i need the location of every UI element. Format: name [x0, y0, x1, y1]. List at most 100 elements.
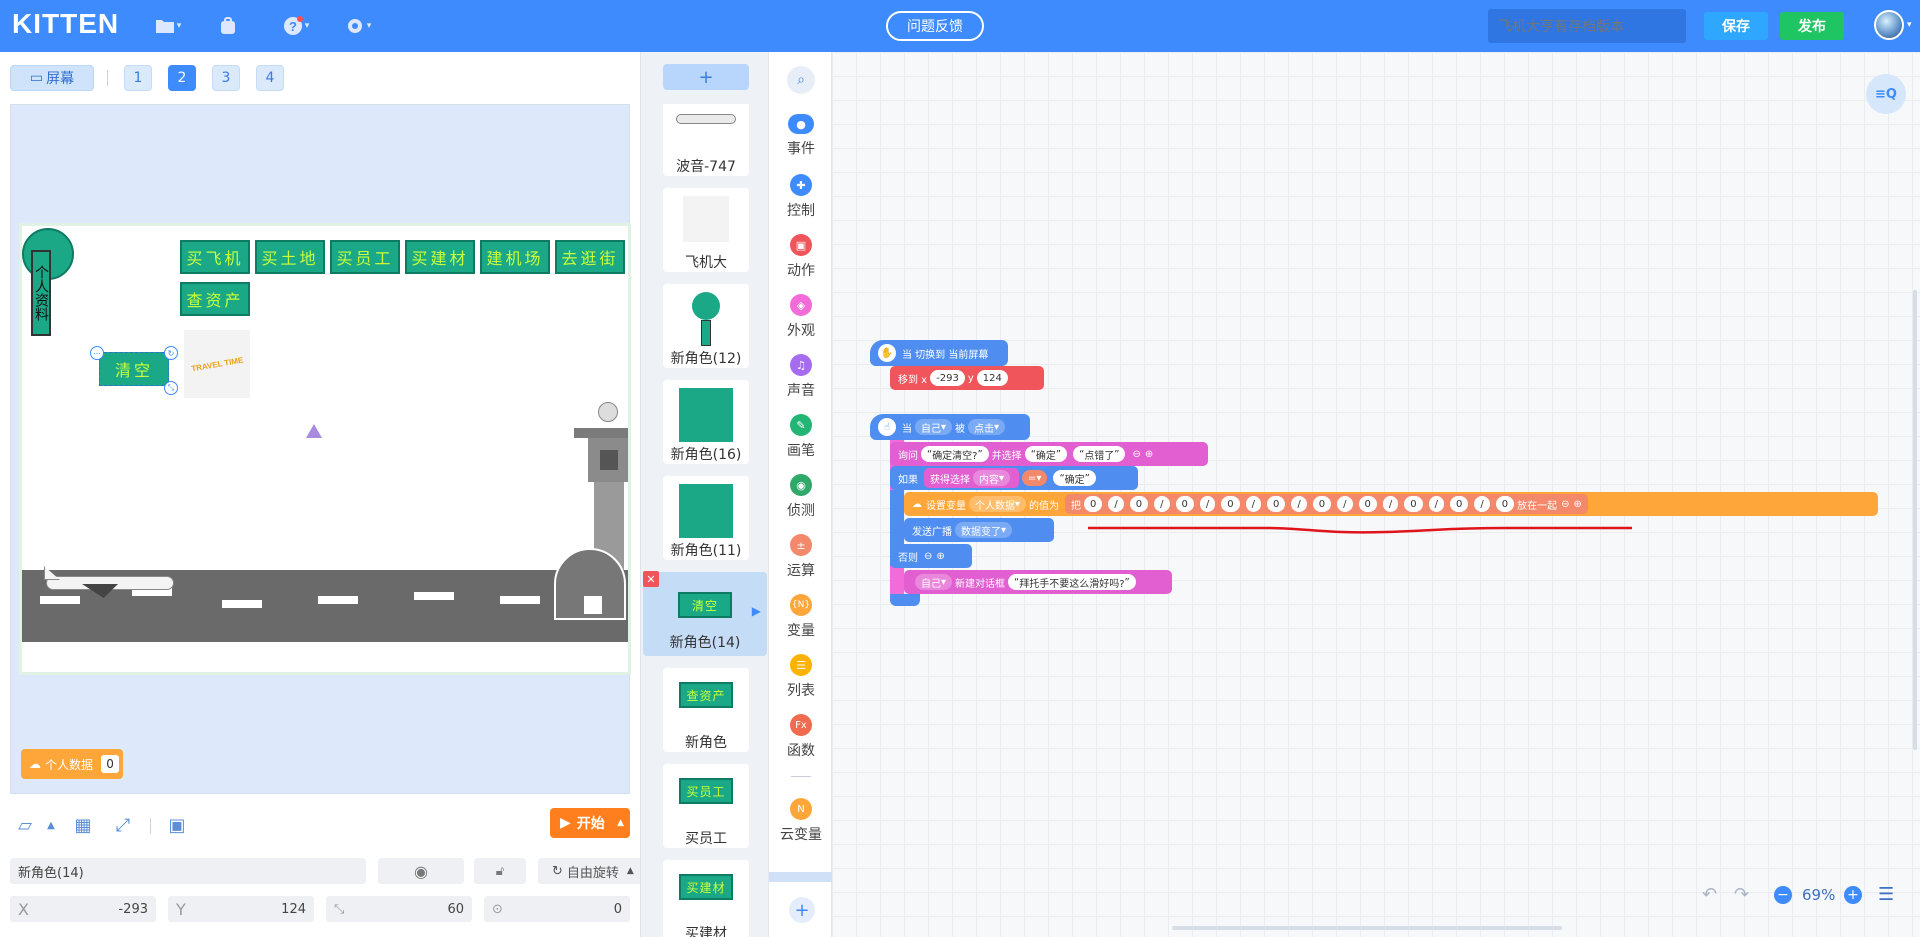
- broadcast-block[interactable]: 发送广播 数据变了 ▾: [904, 518, 1054, 542]
- join-item-input[interactable]: /: [1337, 496, 1353, 512]
- zoom-out-icon[interactable]: −: [1774, 886, 1792, 904]
- eye-icon[interactable]: ◉: [378, 858, 464, 884]
- small-stage-icon[interactable]: ▱: [14, 814, 36, 836]
- variable-monitor[interactable]: ☁ 个人数据 0: [21, 749, 123, 779]
- folder-icon[interactable]: ▾: [150, 12, 186, 40]
- dialog-text-input[interactable]: “拜托手不要这么滑好吗?”: [1008, 574, 1136, 590]
- message-dropdown[interactable]: 数据变了 ▾: [955, 522, 1013, 538]
- category-cloud-variables[interactable]: N 云变量: [769, 798, 833, 854]
- join-item-input[interactable]: 0: [1084, 496, 1103, 512]
- stage-canvas[interactable]: 个人资料 买飞机 买土地 买员工 买建材 建机场 去逛街 查资产 清空 ⋯ ↻ …: [19, 223, 631, 675]
- backpack-icon[interactable]: [210, 12, 246, 40]
- profile-sprite[interactable]: 个人资料: [22, 228, 74, 338]
- x-field[interactable]: X -293: [10, 896, 156, 922]
- move-to-block[interactable]: 移到 x -293 y 124: [890, 366, 1044, 390]
- publish-button[interactable]: 发布: [1780, 12, 1844, 40]
- sprite-item[interactable]: 新角色(16): [663, 380, 749, 464]
- join-item-input[interactable]: 0: [1358, 496, 1377, 512]
- join-item-input[interactable]: /: [1199, 496, 1216, 512]
- sprite-item[interactable]: 买员工 买员工: [663, 764, 749, 848]
- category-operators[interactable]: ± 运算: [769, 534, 833, 590]
- minus-icon[interactable]: ⊖: [924, 551, 932, 562]
- buy-material-button[interactable]: 买建材: [405, 240, 475, 274]
- event-dropdown[interactable]: 点击 ▾: [968, 419, 1006, 435]
- join-item-input[interactable]: /: [1428, 496, 1445, 512]
- screen-page-3[interactable]: 3: [212, 65, 240, 91]
- category-functions[interactable]: Fx 函数: [769, 714, 833, 770]
- join-item-input[interactable]: /: [1245, 496, 1262, 512]
- sprite-item[interactable]: 买建材 买建材: [663, 860, 749, 937]
- hangar[interactable]: [554, 548, 626, 620]
- join-item-input[interactable]: 0: [1129, 496, 1149, 512]
- category-sensing[interactable]: ◉ 侦测: [769, 474, 833, 530]
- set-variable-block[interactable]: ☁ 设置变量 个人数据 ▾ 的值为 把 0 / 0 / 0 / 0 / 0 / 0 / 0 / 0 / 0 / 0 …: [904, 492, 1878, 516]
- sprite-item[interactable]: 查资产 新角色: [663, 668, 749, 752]
- ask-text-input[interactable]: “确定清空?”: [921, 446, 989, 462]
- join-item-input[interactable]: /: [1108, 496, 1124, 512]
- scroll-indicator[interactable]: [769, 872, 833, 882]
- caret-up-icon[interactable]: ▲: [40, 814, 62, 836]
- category-pen[interactable]: ✎ 画笔: [769, 414, 833, 470]
- code-workspace[interactable]: ≡Q ✋ 当 切换到 当前屏幕 移到 x -293 y 124 ☝ 当 自己 ▾…: [832, 52, 1920, 937]
- feedback-button[interactable]: 问题反馈: [886, 11, 984, 41]
- user-avatar[interactable]: [1874, 10, 1904, 40]
- rotate-handle-icon[interactable]: ↻: [164, 346, 178, 360]
- sprite-item[interactable]: 波音-747: [663, 104, 749, 176]
- sprite-name-field[interactable]: 新角色(14): [10, 858, 366, 884]
- buy-land-button[interactable]: 买土地: [255, 240, 325, 274]
- arrow-right-icon[interactable]: ▶: [752, 604, 761, 618]
- resize-handle-icon[interactable]: ⤡: [164, 381, 178, 395]
- sprite-item[interactable]: 新角色(11): [663, 476, 749, 560]
- block-search-icon[interactable]: ⌕: [787, 66, 815, 94]
- right-scrollbar[interactable]: [1913, 290, 1917, 750]
- join-item-input[interactable]: 0: [1495, 496, 1515, 512]
- join-item-input[interactable]: 0: [1404, 496, 1423, 512]
- version-search-input[interactable]: [1488, 9, 1686, 43]
- join-item-input[interactable]: 0: [1267, 496, 1286, 512]
- join-item-input[interactable]: 0: [1221, 496, 1240, 512]
- minus-icon[interactable]: ⊖: [1132, 449, 1140, 460]
- sprite-item[interactable]: 飞机大: [663, 188, 749, 272]
- y-input[interactable]: 124: [976, 370, 1008, 386]
- target-dropdown[interactable]: 自己 ▾: [915, 419, 953, 435]
- else-block[interactable]: 否则 ⊖ ⊕: [890, 544, 972, 568]
- sprite-item-selected[interactable]: 清空 新角色(14) ▶: [643, 572, 767, 656]
- add-sprite-button[interactable]: +: [663, 64, 749, 90]
- content-dropdown[interactable]: 内容 ▾: [973, 470, 1011, 486]
- option-1-input[interactable]: “确定”: [1024, 446, 1068, 462]
- category-motion[interactable]: ▣ 动作: [769, 234, 833, 290]
- hat-block-when-clicked[interactable]: ☝ 当 自己 ▾ 被 点击 ▾: [870, 414, 1030, 440]
- y-field[interactable]: Y 124: [168, 896, 314, 922]
- workspace-scrollbar[interactable]: [1172, 926, 1562, 930]
- travel-time-image[interactable]: TRAVEL TIME: [184, 330, 250, 398]
- join-item-input[interactable]: /: [1474, 496, 1490, 512]
- help-icon[interactable]: ? ▾: [278, 12, 314, 40]
- if-block[interactable]: 如果 获得选择 内容 ▾ = ▾ “确定”: [890, 466, 1138, 490]
- direction-field[interactable]: ⊙ 0: [484, 896, 630, 922]
- buy-plane-button[interactable]: 买飞机: [180, 240, 250, 274]
- x-input[interactable]: -293: [930, 370, 965, 386]
- buy-staff-button[interactable]: 买员工: [330, 240, 400, 274]
- clear-button-sprite[interactable]: 清空: [99, 352, 169, 386]
- start-button[interactable]: ▶ 开始 ▲: [550, 808, 630, 838]
- ask-block[interactable]: 询问 “确定清空?” 并选择 “确定” “点错了” ⊖ ⊕: [890, 442, 1208, 466]
- category-variables[interactable]: {N} 变量: [769, 594, 833, 650]
- check-assets-button[interactable]: 查资产: [180, 282, 250, 316]
- plus-icon[interactable]: ⊕: [1574, 499, 1582, 510]
- sprite-item[interactable]: 新角色(12): [663, 284, 749, 368]
- screen-page-2[interactable]: 2: [168, 65, 196, 91]
- tidy-blocks-icon[interactable]: ☰: [1878, 884, 1894, 905]
- boeing-747-sprite[interactable]: [42, 566, 174, 600]
- category-lists[interactable]: ☰ 列表: [769, 654, 833, 710]
- screen-page-4[interactable]: 4: [256, 65, 284, 91]
- dialog-block[interactable]: 自己 ▾ 新建对话框 “拜托手不要这么滑好吗?”: [904, 570, 1172, 594]
- plus-icon[interactable]: ⊕: [1145, 449, 1153, 460]
- grid-icon[interactable]: ▦: [72, 814, 94, 836]
- save-button[interactable]: 保存: [1704, 12, 1768, 40]
- option-2-input[interactable]: “点错了”: [1073, 446, 1126, 462]
- redo-icon[interactable]: ↷: [1734, 884, 1749, 905]
- join-item-input[interactable]: /: [1382, 496, 1399, 512]
- join-block[interactable]: 把 0 / 0 / 0 / 0 / 0 / 0 / 0 / 0 / 0 / 0 放在一起 ⊖ ⊕: [1065, 494, 1588, 514]
- undo-icon[interactable]: ↶: [1702, 884, 1717, 905]
- plus-icon[interactable]: ⊕: [936, 551, 944, 562]
